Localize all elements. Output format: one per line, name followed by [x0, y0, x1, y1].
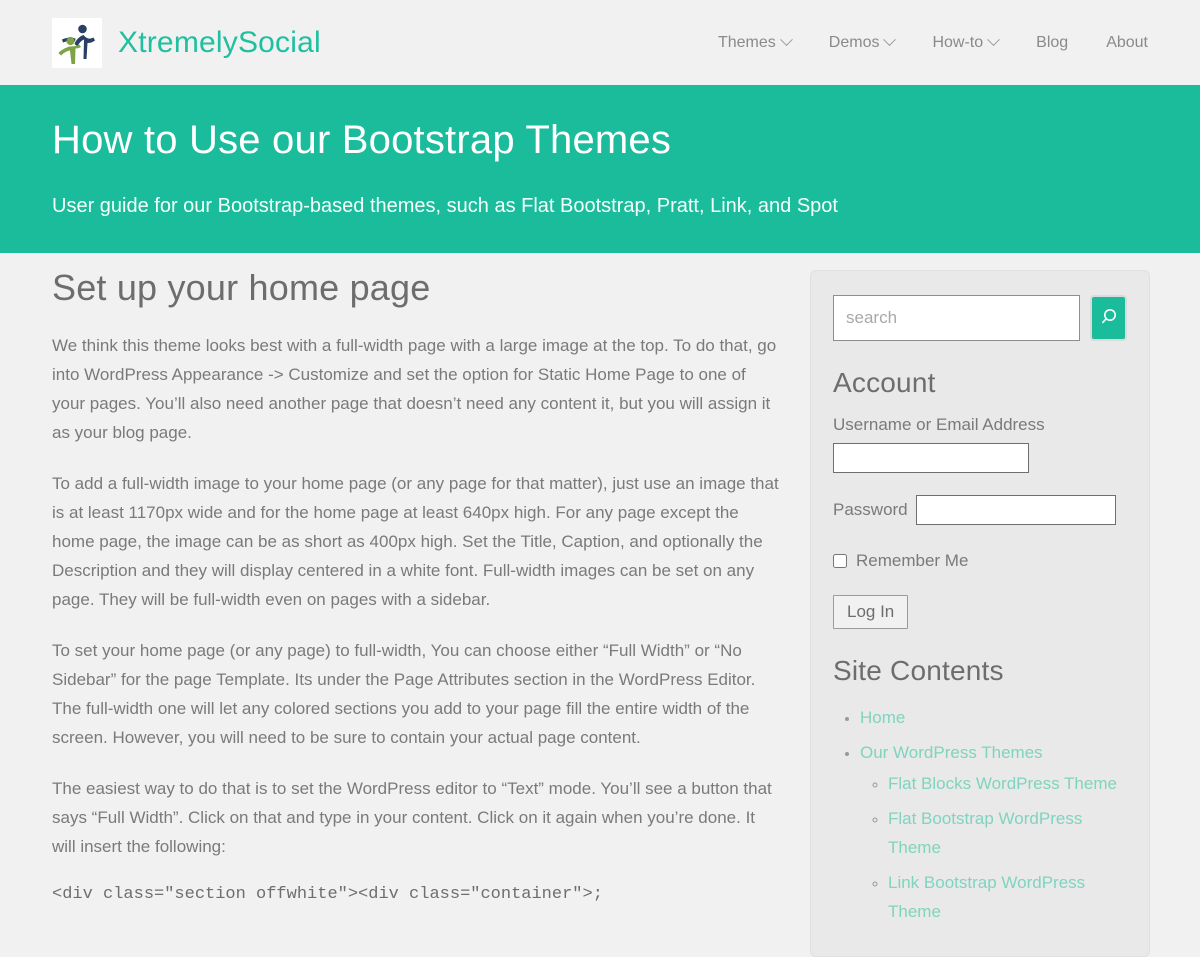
chevron-down-icon: [883, 33, 897, 47]
nav-item-label: About: [1106, 33, 1148, 51]
list-item: Flat Bootstrap WordPress Theme: [888, 804, 1127, 862]
remember-me-label: Remember Me: [856, 551, 969, 570]
list-item: Link Bootstrap WordPress Theme: [888, 868, 1127, 926]
nav-item-about[interactable]: About: [1087, 34, 1148, 52]
nav-item-label: How-to: [932, 33, 984, 51]
chevron-down-icon: [779, 33, 793, 47]
username-label: Username or Email Address: [833, 415, 1045, 434]
search-button[interactable]: [1090, 295, 1127, 341]
nav-item-label: Themes: [717, 33, 776, 51]
list-item: Flat Blocks WordPress Theme: [888, 769, 1127, 798]
site-contents-sublink[interactable]: Link Bootstrap WordPress Theme: [888, 873, 1085, 921]
nav-item-themes[interactable]: Themes: [699, 33, 810, 52]
page-title: How to Use our Bootstrap Themes: [52, 118, 672, 162]
site-contents-widget-title: Site Contents: [833, 655, 1004, 686]
site-contents-link[interactable]: Home: [860, 708, 905, 727]
brand-link[interactable]: XtremelySocial: [52, 17, 321, 68]
nav-item-label: Demos: [828, 33, 880, 51]
brand-name: XtremelySocial: [118, 25, 321, 59]
hero-banner: How to Use our Bootstrap Themes User gui…: [0, 85, 1200, 253]
page-body: Set up your home page We think this them…: [0, 253, 1200, 957]
list-item: Home: [860, 703, 1127, 732]
site-header: XtremelySocial Themes Demos How-to Blog …: [0, 0, 1200, 85]
password-row: Password: [833, 495, 1127, 525]
search-input[interactable]: [833, 295, 1080, 341]
nav-item-demos[interactable]: Demos: [810, 33, 914, 52]
search-widget: [833, 295, 1127, 341]
two-figures-logo-icon: [52, 17, 102, 68]
chevron-down-icon: [987, 33, 1001, 47]
nav-item-how-to[interactable]: How-to: [913, 33, 1017, 52]
content-heading: Set up your home page: [52, 267, 431, 308]
site-contents-list: Home Our WordPress Themes Flat Blocks Wo…: [833, 703, 1127, 926]
content-paragraph: To set your home page (or any page) to f…: [52, 641, 756, 747]
username-input[interactable]: [833, 443, 1029, 473]
content-paragraph: The easiest way to do that is to set the…: [52, 779, 772, 856]
content-paragraph: To add a full-width image to your home p…: [52, 474, 779, 609]
password-input[interactable]: [915, 495, 1116, 525]
main-navigation: Themes Demos How-to Blog About: [699, 33, 1148, 52]
list-item: Our WordPress Themes Flat Blocks WordPre…: [860, 738, 1127, 926]
remember-me-row: Remember Me: [833, 551, 1127, 571]
log-in-button[interactable]: Log In: [833, 595, 909, 629]
site-contents-sublink[interactable]: Flat Blocks WordPress Theme: [888, 774, 1117, 793]
site-contents-sublist: Flat Blocks WordPress Theme Flat Bootstr…: [860, 769, 1127, 926]
password-label: Password: [833, 500, 908, 519]
site-contents-sublink[interactable]: Flat Bootstrap WordPress Theme: [888, 809, 1082, 857]
sidebar: Account Username or Email Address Passwo…: [810, 270, 1150, 957]
main-content: Set up your home page We think this them…: [52, 253, 782, 907]
search-icon: [1098, 306, 1120, 331]
content-paragraph: We think this theme looks best with a fu…: [52, 336, 777, 442]
code-snippet: <div class="section offwhite"><div class…: [52, 885, 603, 904]
site-contents-link[interactable]: Our WordPress Themes: [860, 743, 1043, 762]
account-widget-title: Account: [833, 367, 936, 398]
nav-item-blog[interactable]: Blog: [1017, 34, 1087, 52]
remember-me-checkbox[interactable]: [833, 554, 847, 568]
page-subtitle: User guide for our Bootstrap-based theme…: [52, 195, 838, 217]
nav-item-label: Blog: [1036, 33, 1069, 51]
